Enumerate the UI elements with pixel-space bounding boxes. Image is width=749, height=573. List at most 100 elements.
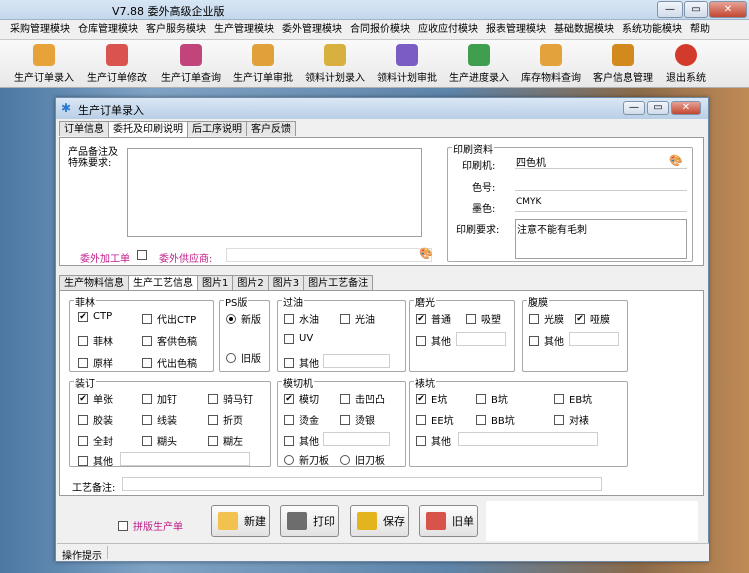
saddle-stitch-checkbox[interactable]: 骑马钉 [208,391,253,406]
single-sheet-checkbox[interactable]: ✔ 单张 [78,391,113,406]
hot-silver-checkbox[interactable]: 烫银 [340,412,375,427]
save-button[interactable]: 保存 [350,505,409,537]
tab-print-desc[interactable]: 委托及印刷说明 [108,121,188,137]
gloss-oil-checkbox[interactable]: 光油 [340,311,375,326]
supplier-picker-icon[interactable]: 🎨 [419,247,433,260]
menu-warehouse[interactable]: 仓库管理模块 [74,20,142,39]
film-checkbox[interactable]: 菲林 [78,333,113,348]
polish-normal-checkbox[interactable]: ✔ 普通 [416,311,451,326]
toolbar-stock-query[interactable]: 库存物料查询 [516,42,586,86]
diecut-other-input[interactable] [323,432,390,446]
film-other-checkbox[interactable]: 其他 [529,333,564,348]
bb-flute-checkbox[interactable]: BB坑 [476,412,515,427]
close-button[interactable]: ✕ [709,1,747,18]
toolbar-material-plan-entry[interactable]: 领料计划录入 [300,42,370,86]
print-req-textarea[interactable]: 注意不能有毛刺 [515,219,687,259]
toolbar-progress-entry[interactable]: 生产进度录入 [444,42,514,86]
new-plate-radio[interactable]: 新版 [226,311,261,326]
tab-material-info[interactable]: 生产物料信息 [59,275,129,290]
tab-order-info[interactable]: 订单信息 [59,121,109,136]
gloss-film-checkbox[interactable]: 光膜 [529,311,564,326]
matte-film-checkbox[interactable]: ✔ 哑膜 [575,311,610,326]
tab-image-note[interactable]: 图片工艺备注 [303,275,374,290]
customer-proof-checkbox[interactable]: 客供色稿 [142,333,197,348]
ink-input[interactable]: CMYK [515,197,687,212]
tab-image1[interactable]: 图片1 [197,275,234,290]
outsource-checkbox[interactable] [137,250,152,260]
toolbar-order-entry[interactable]: 生产订单录入 [10,42,78,86]
diecut-other-checkbox[interactable]: 其他 [284,433,319,448]
dialog-minimize-button[interactable]: — [623,101,645,115]
menu-purchase[interactable]: 采购管理模块 [6,20,74,39]
menu-outsource[interactable]: 委外管理模块 [278,20,346,39]
toolbar-order-approve[interactable]: 生产订单审批 [228,42,298,86]
maximize-button[interactable]: ▭ [684,1,708,18]
dialog-close-button[interactable]: ✕ [671,101,701,115]
ctp-checkbox[interactable]: ✔ CTP [78,311,112,322]
pinban-checkbox[interactable]: 拼版生产单 [118,518,183,533]
toolbar-material-plan-approve[interactable]: 领料计划审批 [372,42,442,86]
double-mount-checkbox[interactable]: 对裱 [554,412,589,427]
staple-checkbox[interactable]: 加钉 [142,391,177,406]
emboss-checkbox[interactable]: 击凹凸 [340,391,385,406]
press-picker-icon[interactable]: 🎨 [669,154,683,167]
die-cut-checkbox[interactable]: ✔ 模切 [284,391,319,406]
tab-post-process[interactable]: 后工序说明 [187,121,247,136]
craft-note-input[interactable] [122,477,602,491]
oil-other-input[interactable] [323,354,390,368]
glue-left-checkbox[interactable]: 糊左 [208,433,243,448]
water-oil-checkbox[interactable]: 水油 [284,311,319,326]
mount-other-checkbox[interactable]: 其他 [416,433,451,448]
ee-flute-checkbox[interactable]: EE坑 [416,412,454,427]
colorno-input[interactable] [515,176,687,191]
eb-flute-checkbox[interactable]: EB坑 [554,391,592,406]
menu-production[interactable]: 生产管理模块 [210,20,278,39]
film-other-input[interactable] [569,332,619,346]
polish-other-input[interactable] [456,332,506,346]
thread-bind-checkbox[interactable]: 线装 [142,412,177,427]
new-knife-radio[interactable]: 新刀板 [284,452,329,467]
dialog-maximize-button[interactable]: ▭ [647,101,669,115]
b-flute-checkbox[interactable]: B坑 [476,391,508,406]
product-note-textarea[interactable] [127,148,422,237]
polish-blister-checkbox[interactable]: 吸塑 [466,311,501,326]
full-seal-checkbox[interactable]: 全封 [78,433,113,448]
tab-customer-feedback[interactable]: 客户反馈 [246,121,296,136]
print-button[interactable]: 打印 [280,505,339,537]
supplier-input[interactable] [226,248,432,262]
menu-report[interactable]: 报表管理模块 [482,20,550,39]
old-plate-radio[interactable]: 旧版 [226,350,261,365]
hot-gold-checkbox[interactable]: 烫金 [284,412,319,427]
menu-help[interactable]: 帮助 [686,20,714,39]
binding-other-checkbox[interactable]: 其他 [78,453,113,468]
new-button[interactable]: 新建 [211,505,270,537]
glue-head-checkbox[interactable]: 糊头 [142,433,177,448]
old-knife-radio[interactable]: 旧刀板 [340,452,385,467]
toolbar-order-query[interactable]: 生产订单查询 [156,42,226,86]
menu-system[interactable]: 系统功能模块 [618,20,686,39]
menu-basedata[interactable]: 基础数据模块 [550,20,618,39]
tab-image2[interactable]: 图片2 [232,275,269,290]
menu-contract[interactable]: 合同报价模块 [346,20,414,39]
outsource-proof-checkbox[interactable]: 代出色稿 [142,355,197,370]
tab-craft-info[interactable]: 生产工艺信息 [128,275,198,291]
perfect-bind-checkbox[interactable]: 胶装 [78,412,113,427]
oil-other-checkbox[interactable]: 其他 [284,355,319,370]
uv-checkbox[interactable]: UV [284,333,313,344]
press-input[interactable]: 四色机 [515,154,687,169]
menu-finance[interactable]: 应收应付模块 [414,20,482,39]
mount-other-input[interactable] [458,432,598,446]
tab-image3[interactable]: 图片3 [267,275,305,290]
toolbar-exit[interactable]: 退出系统 [660,42,712,86]
original-sample-checkbox[interactable]: 原样 [78,355,113,370]
toolbar-order-edit[interactable]: 生产订单修改 [82,42,152,86]
minimize-button[interactable]: — [657,1,683,18]
e-flute-checkbox[interactable]: ✔ E坑 [416,391,447,406]
toolbar-customer-info[interactable]: 客户信息管理 [588,42,658,86]
binding-other-input[interactable] [120,452,250,466]
polish-other-checkbox[interactable]: 其他 [416,333,451,348]
fold-checkbox[interactable]: 折页 [208,412,243,427]
old-order-button[interactable]: 旧单 [419,505,478,537]
outsource-ctp-checkbox[interactable]: 代出CTP [142,311,196,326]
menu-customer[interactable]: 客户服务模块 [142,20,210,39]
